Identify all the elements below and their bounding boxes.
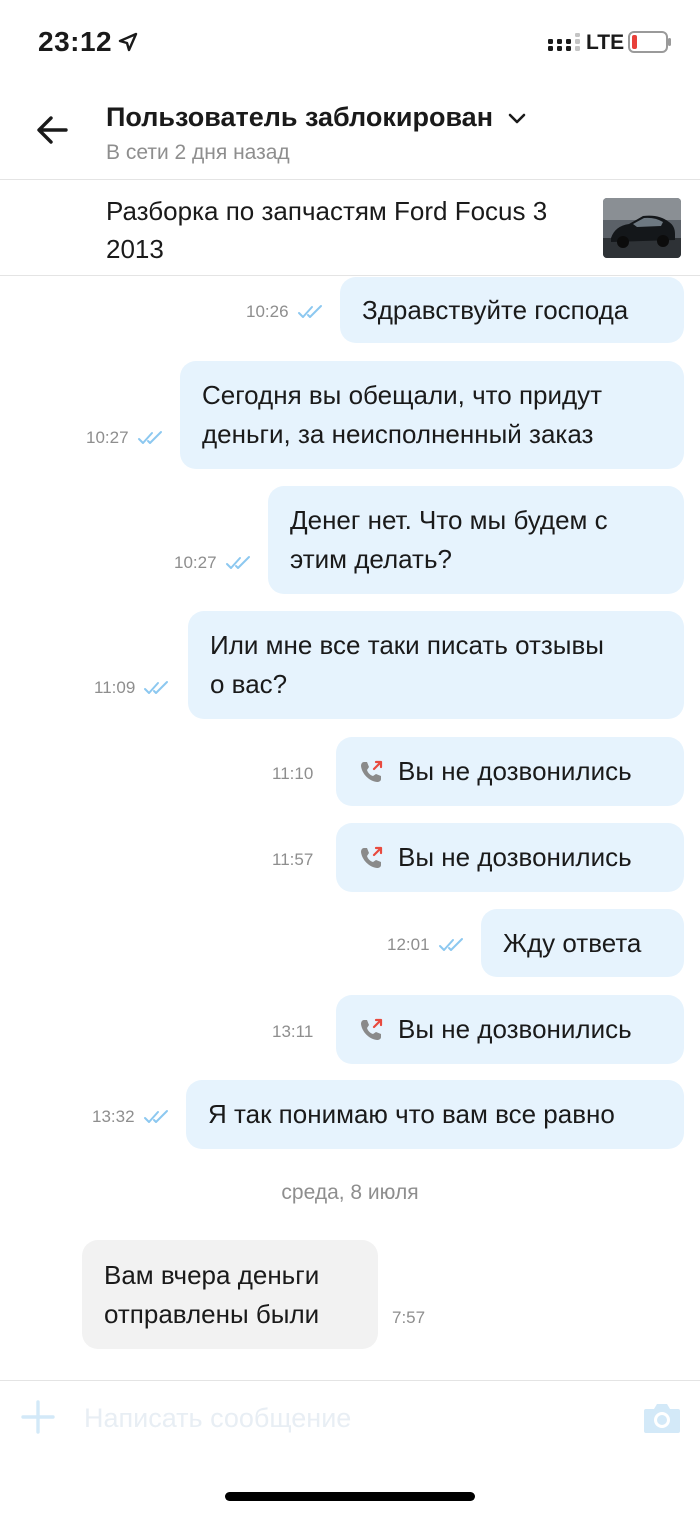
car-thumbnail-image[interactable] <box>603 198 681 258</box>
chevron-down-icon[interactable] <box>508 112 526 126</box>
location-arrow-icon <box>118 32 138 52</box>
message-time: 11:10 <box>272 764 314 783</box>
missed-call-bubble[interactable]: Вы не дозвонились <box>336 823 684 892</box>
message-line: деньги, за неисполненный заказ <box>202 419 594 449</box>
message-line: о вас? <box>210 669 288 699</box>
message-line: этим делать? <box>290 544 452 574</box>
message-text: Вы не дозвонились <box>398 756 632 786</box>
message-meta: 13:32 <box>92 1107 171 1127</box>
listing-banner[interactable]: Разборка по запчастям Ford Focus 3 2013 <box>0 180 700 276</box>
double-check-icon <box>438 938 463 951</box>
outgoing-call-icon <box>361 760 383 782</box>
message-bubble-outgoing[interactable]: Денег нет. Что мы будем с этим делать? <box>268 486 684 594</box>
missed-call-bubble[interactable]: Вы не дозвонились <box>336 995 684 1064</box>
status-bar: 23:12 LTE <box>0 0 700 88</box>
battery-low-icon <box>628 31 671 53</box>
online-status: В сети 2 дня назад <box>106 141 290 164</box>
listing-title[interactable]: Разборка по запчастям Ford Focus 3 2013 <box>106 192 586 268</box>
message-time: 13:11 <box>272 1022 314 1041</box>
status-time: 23:12 <box>38 26 113 57</box>
message-bubble-outgoing[interactable]: Или мне все таки писать отзывы о вас? <box>188 611 684 719</box>
message-time: 10:27 <box>86 428 129 447</box>
message-meta: 10:26 <box>246 302 325 322</box>
message-composer <box>0 1380 700 1456</box>
message-text: Вы не дозвонились <box>398 1014 632 1044</box>
message-time: 11:57 <box>272 850 314 869</box>
message-meta: 10:27 <box>86 428 165 448</box>
double-check-icon <box>297 305 322 318</box>
message-text: Вы не дозвонились <box>398 842 632 872</box>
message-text: Здравствуйте господа <box>362 294 629 325</box>
message-meta: 11:57 <box>272 850 313 870</box>
message-line: Или мне все таки писать отзывы <box>210 630 604 660</box>
message-bubble-outgoing[interactable]: Жду ответа <box>481 909 684 977</box>
signal-strength-icon <box>548 33 580 51</box>
double-check-icon <box>144 681 169 694</box>
message-meta: 7:57 <box>392 1308 425 1328</box>
outgoing-call-icon <box>361 846 383 868</box>
message-meta: 11:09 <box>94 678 171 698</box>
message-time: 12:01 <box>387 935 430 954</box>
message-bubble-incoming[interactable]: Вам вчера деньги отправлены были <box>82 1240 378 1349</box>
message-time: 10:26 <box>246 302 289 321</box>
home-indicator <box>225 1492 475 1501</box>
message-time: 7:57 <box>392 1308 426 1327</box>
message-meta: 11:10 <box>272 764 313 784</box>
chat-title[interactable]: Пользователь заблокирован <box>106 102 493 133</box>
message-line: Сегодня вы обещали, что придут <box>202 380 603 410</box>
outgoing-call-icon <box>361 1018 383 1040</box>
message-text: Я так понимаю что вам все равно <box>208 1099 615 1129</box>
missed-call-bubble[interactable]: Вы не дозвонились <box>336 737 684 806</box>
camera-icon[interactable] <box>642 1401 682 1435</box>
message-time: 10:27 <box>174 553 217 572</box>
double-check-icon <box>137 431 162 444</box>
message-meta: 10:27 <box>174 553 253 573</box>
message-meta: 13:11 <box>272 1022 313 1042</box>
message-bubble-outgoing[interactable]: Сегодня вы обещали, что придут деньги, з… <box>180 361 684 469</box>
network-type: LTE <box>586 31 625 54</box>
message-meta: 12:01 <box>387 935 466 955</box>
message-time: 13:32 <box>92 1107 135 1126</box>
chat-header: Пользователь заблокирован В сети 2 дня н… <box>0 88 700 180</box>
message-time: 11:09 <box>94 678 136 697</box>
date-separator: среда, 8 июля <box>281 1181 419 1204</box>
message-line: Вам вчера деньги <box>104 1259 320 1290</box>
message-line: Денег нет. Что мы будем с <box>290 505 608 535</box>
message-text: Жду ответа <box>503 927 642 958</box>
back-arrow-icon[interactable] <box>32 110 72 150</box>
plus-icon[interactable] <box>20 1399 56 1435</box>
message-bubble-outgoing[interactable]: Здравствуйте господа <box>340 277 684 343</box>
message-line: отправлены были <box>104 1298 320 1329</box>
double-check-icon <box>225 556 250 569</box>
double-check-icon <box>143 1110 168 1123</box>
message-bubble-outgoing[interactable]: Я так понимаю что вам все равно <box>186 1080 684 1149</box>
message-input[interactable] <box>84 1395 614 1441</box>
